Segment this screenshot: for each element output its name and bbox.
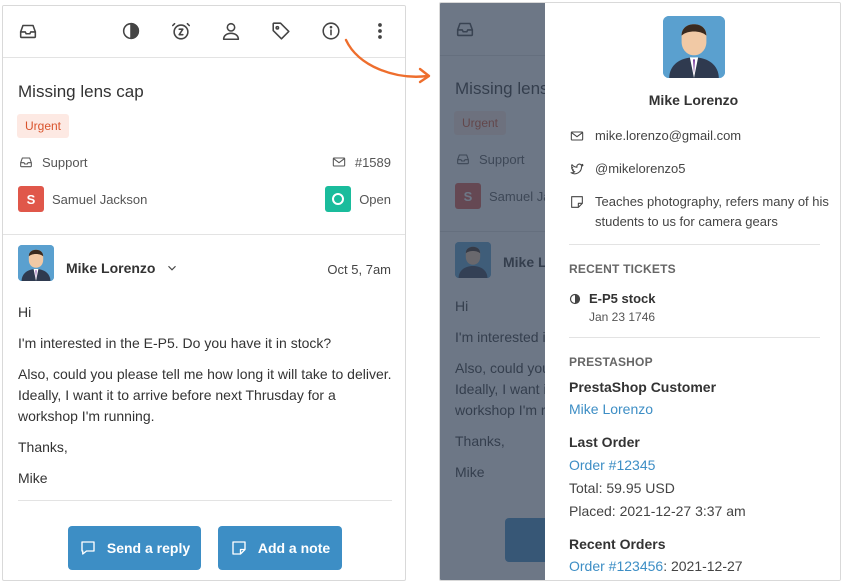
ticket-number-label: #1589 xyxy=(354,154,391,170)
assignee-avatar: S xyxy=(18,186,44,212)
tag-icon[interactable] xyxy=(269,19,293,43)
message-paragraph: Mike xyxy=(18,470,48,486)
user-icon[interactable] xyxy=(219,19,243,43)
contrast-icon[interactable] xyxy=(119,19,143,43)
order-placed: Placed: 2021-12-27 3:37 am xyxy=(569,503,746,519)
customer-panel: Missing lens cap Urgent Support S Samuel… xyxy=(439,2,841,581)
customer-email[interactable]: mike.lorenzo@gmail.com xyxy=(569,126,829,146)
more-icon[interactable] xyxy=(368,19,392,43)
message-body: Hi I'm interested in the E-P5. Do you ha… xyxy=(18,302,398,499)
email-value: mike.lorenzo@gmail.com xyxy=(595,128,742,143)
snooze-icon[interactable] xyxy=(169,19,193,43)
divider xyxy=(569,337,820,338)
message-paragraph: Hi xyxy=(18,304,32,320)
chevron-down-icon xyxy=(168,265,177,271)
inbox-label: Support xyxy=(42,154,88,170)
customer-name: Mike Lorenzo xyxy=(648,92,739,108)
prestashop-heading: PRESTASHOP xyxy=(569,355,653,369)
status-field[interactable]: Open xyxy=(325,186,391,212)
last-order-link[interactable]: Order #12345 xyxy=(569,457,655,473)
recent-order-date: : 2021-12-27 xyxy=(663,558,743,574)
send-reply-button[interactable]: Send a reply xyxy=(68,526,201,570)
divider xyxy=(18,500,392,501)
note-value: Teaches photography, refers many of his … xyxy=(595,194,829,229)
customer-avatar xyxy=(663,16,725,78)
author-name: Mike Lorenzo xyxy=(66,260,156,276)
twitter-value: @mikelorenzo5 xyxy=(595,161,686,176)
recent-order-row: Order #123456: 2021-12-27 xyxy=(569,558,743,574)
status-label: Open xyxy=(359,191,391,207)
recent-ticket-meta: Jan 23 1746 xyxy=(589,310,656,324)
recent-ticket-item[interactable]: E-P5 stock Jan 23 1746 xyxy=(569,291,655,324)
assignee-name: Samuel Jackson xyxy=(52,191,148,207)
twitter-icon xyxy=(570,163,584,175)
add-note-label: Add a note xyxy=(257,540,331,556)
ticket-title: Missing lens cap xyxy=(18,82,144,101)
ticket-panel: Missing lens cap Urgent Support #1589 S … xyxy=(2,5,406,581)
ticket-toolbar xyxy=(3,6,405,58)
order-total: Total: 59.95 USD xyxy=(569,480,675,496)
status-open-icon xyxy=(325,186,352,212)
prestashop-customer-link[interactable]: Mike Lorenzo xyxy=(569,401,653,417)
avatar xyxy=(18,245,54,281)
contrast-icon xyxy=(569,293,581,305)
mail-icon xyxy=(570,131,584,141)
message-author[interactable]: Mike Lorenzo xyxy=(66,260,179,276)
reply-icon xyxy=(81,541,95,555)
customer-note[interactable]: Teaches photography, refers many of his … xyxy=(569,192,829,232)
dimmed-ticket[interactable]: Missing lens cap Urgent Support S Samuel… xyxy=(440,3,545,580)
send-reply-label: Send a reply xyxy=(106,540,191,556)
message-paragraph: Also, could you please tell me how long … xyxy=(18,366,392,424)
customer-sidebar: Mike Lorenzo mike.lorenzo@gmail.com @mik… xyxy=(545,3,840,580)
info-icon[interactable] xyxy=(319,19,343,43)
message-paragraph: I'm interested in the E-P5. Do you have … xyxy=(18,335,332,351)
recent-order-link[interactable]: Order #123456 xyxy=(569,558,663,574)
prestashop-customer-label: PrestaShop Customer xyxy=(569,379,717,395)
inbox-field[interactable]: Support xyxy=(18,154,88,170)
ticket-number: #1589 xyxy=(331,154,391,170)
message-date: Oct 5, 7am xyxy=(327,262,391,277)
note-icon xyxy=(571,196,583,208)
add-note-button[interactable]: Add a note xyxy=(218,526,342,570)
mail-icon xyxy=(332,157,346,167)
divider xyxy=(3,234,405,235)
recent-orders-label: Recent Orders xyxy=(569,536,666,552)
priority-badge[interactable]: Urgent xyxy=(17,114,70,138)
inbox-icon xyxy=(20,157,32,168)
inbox-icon[interactable] xyxy=(16,19,40,43)
customer-twitter[interactable]: @mikelorenzo5 xyxy=(569,159,829,179)
recent-ticket-title: E-P5 stock xyxy=(589,291,656,306)
recent-tickets-heading: RECENT TICKETS xyxy=(569,262,676,276)
divider xyxy=(569,244,820,245)
assignee-field[interactable]: S Samuel Jackson xyxy=(18,186,147,212)
last-order-label: Last Order xyxy=(569,434,640,450)
overlay[interactable] xyxy=(440,3,545,580)
note-icon xyxy=(232,541,246,555)
message-paragraph: Thanks, xyxy=(18,439,68,455)
